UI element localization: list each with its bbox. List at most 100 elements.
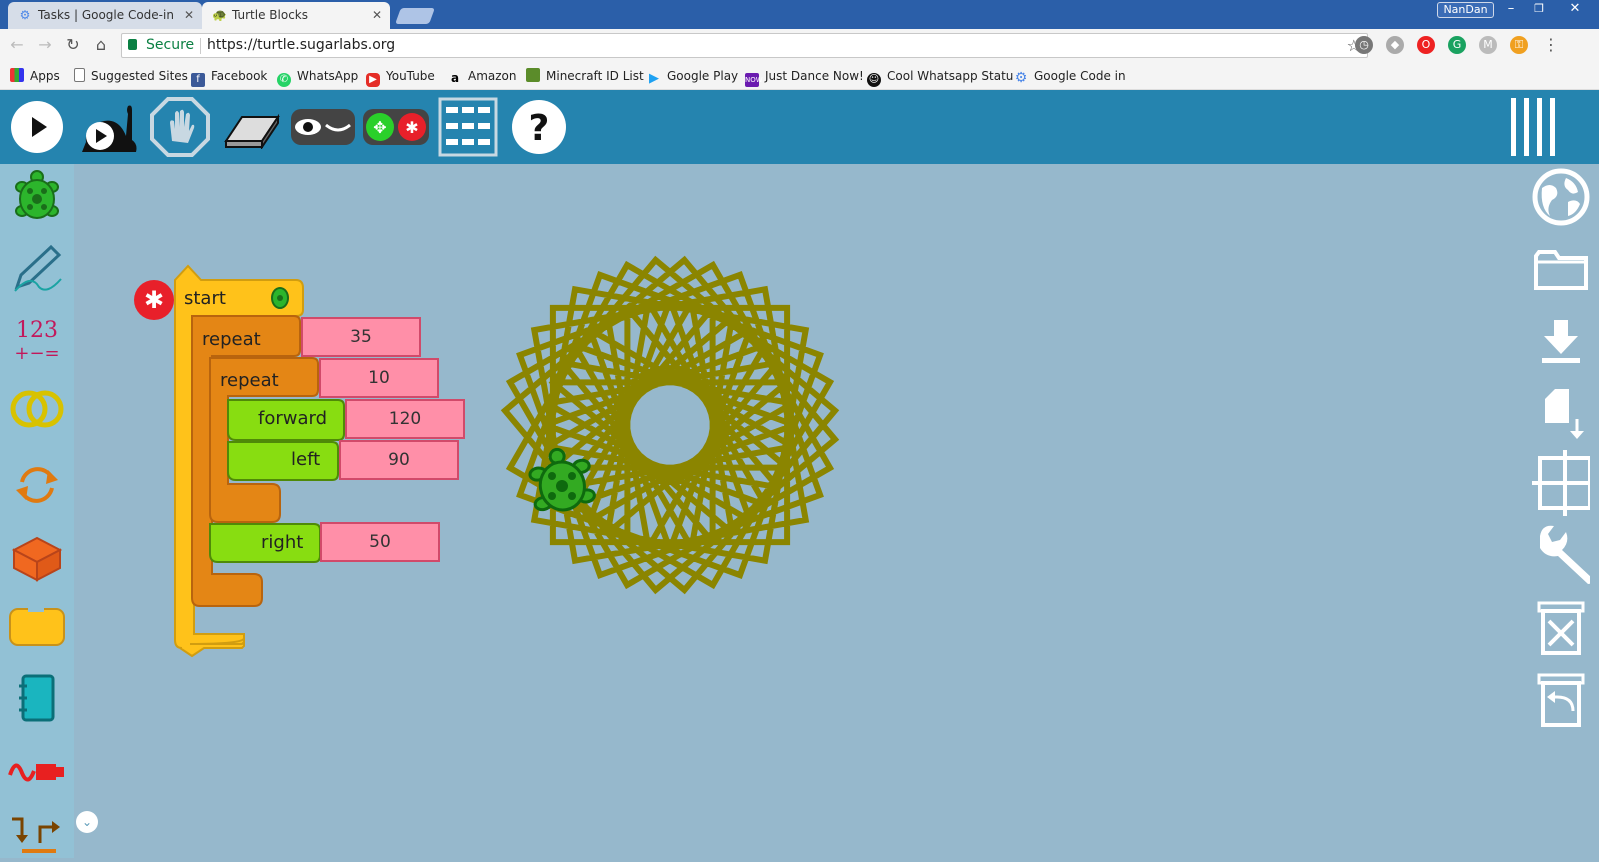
help-button[interactable]: ?: [510, 96, 568, 158]
repeat-count-input[interactable]: 35: [301, 317, 421, 357]
left-angle-input[interactable]: 90: [339, 440, 459, 480]
tab-title: Tasks | Google Code-in: [38, 8, 174, 22]
lock-icon: [128, 39, 137, 50]
svg-text:✱: ✱: [144, 286, 164, 314]
save-as-button[interactable]: [1532, 384, 1590, 442]
url-text[interactable]: https://turtle.sugarlabs.org: [207, 34, 395, 57]
plug-icon: [8, 763, 64, 782]
close-window-button[interactable]: ✕: [1553, 0, 1597, 20]
turtle-sprite[interactable]: [526, 448, 598, 520]
open-file-button[interactable]: [1532, 240, 1590, 298]
left-block-label[interactable]: left: [291, 449, 320, 470]
bookmark-just-dance[interactable]: NOW Just Dance Now!: [745, 68, 864, 87]
help-icon: ?: [512, 100, 566, 154]
menu-dots-icon[interactable]: ⋮: [1542, 36, 1560, 54]
main-menu-button[interactable]: [1504, 96, 1562, 158]
bookmark-whatsapp[interactable]: ✆ WhatsApp: [277, 68, 358, 87]
gear-icon: ⚙: [1014, 70, 1028, 86]
bookmark-google-play[interactable]: ▶ Google Play: [647, 68, 738, 86]
restore-button[interactable]: ❐: [1525, 0, 1553, 20]
palette-boolean[interactable]: [8, 380, 66, 438]
turtle-icon: [15, 170, 59, 219]
svg-text:?: ?: [529, 108, 550, 149]
svg-text:123: 123: [16, 318, 58, 343]
extension-m-icon[interactable]: M: [1479, 36, 1497, 54]
stop-button[interactable]: [150, 96, 210, 158]
apps-grid-icon: [10, 68, 24, 82]
language-button[interactable]: [1532, 168, 1590, 226]
key-icon[interactable]: ⚿: [1510, 36, 1528, 54]
bookmark-minecraft[interactable]: Minecraft ID List: [526, 68, 644, 84]
bookmark-whatsapp-status[interactable]: ☺ Cool Whatsapp Statu: [867, 68, 1013, 87]
repeat-count-input[interactable]: 10: [319, 358, 439, 398]
palette-box[interactable]: [8, 598, 66, 656]
restore-trash-button[interactable]: [1532, 670, 1590, 728]
home-button[interactable]: ⌂: [90, 35, 112, 55]
forward-distance-input[interactable]: 120: [345, 399, 465, 439]
youtube-icon: ▶: [366, 73, 380, 87]
palette-scroll-down-button[interactable]: ⌄: [76, 811, 98, 833]
grid-toggle-button[interactable]: [1532, 450, 1590, 516]
clear-button[interactable]: [222, 96, 282, 158]
repeat-block-label[interactable]: repeat: [220, 370, 279, 391]
divider: [200, 38, 201, 54]
turtle-toolbar: ✥ ✱ ?: [0, 90, 1599, 164]
bookmark-amazon[interactable]: a Amazon: [448, 68, 517, 85]
palette-pen[interactable]: [8, 240, 66, 298]
forward-block-label[interactable]: forward: [258, 408, 327, 429]
save-as-icon: [1545, 389, 1584, 439]
run-fast-button[interactable]: [8, 96, 66, 158]
minimize-button[interactable]: –: [1497, 0, 1525, 20]
close-tab-icon[interactable]: ✕: [372, 2, 382, 29]
stop-hand-icon: [150, 97, 210, 157]
palette-media[interactable]: [8, 670, 66, 728]
bookmark-suggested-sites[interactable]: Suggested Sites: [74, 68, 188, 84]
address-bar-row: ← → ↻ ⌂ Secure https://turtle.sugarlabs.…: [0, 29, 1599, 62]
start-block-label[interactable]: start: [184, 288, 226, 309]
close-tab-icon[interactable]: ✕: [184, 2, 194, 29]
crosshair-grid-icon: [1532, 450, 1590, 516]
box-icon: [11, 536, 63, 582]
palette-extras[interactable]: [8, 804, 66, 862]
palette-number[interactable]: 123 +−=: [8, 310, 66, 368]
trash-icon: [1537, 601, 1585, 655]
palette-sensors[interactable]: [8, 742, 66, 800]
bookmark-youtube[interactable]: ▶ YouTube: [366, 68, 435, 87]
expand-collapse-icon: ✥ ✱: [363, 109, 429, 145]
extras-arrows-icon: [12, 817, 60, 853]
boolean-icon: [10, 390, 64, 428]
collapse-blocks-button[interactable]: ✥ ✱: [362, 96, 430, 158]
omnibox[interactable]: Secure https://turtle.sugarlabs.org ☆: [121, 33, 1368, 58]
delete-all-button[interactable]: [1532, 598, 1590, 656]
wrench-icon: [1540, 525, 1590, 584]
save-button[interactable]: [1532, 312, 1590, 370]
tab-tasks[interactable]: ⚙ Tasks | Google Code-in ✕: [8, 2, 202, 29]
block-palette: 123 +−=: [0, 164, 74, 858]
palette-turtle[interactable]: [8, 168, 66, 226]
extension-icon[interactable]: ◆: [1386, 36, 1404, 54]
palette-flow[interactable]: [8, 456, 66, 514]
bookmark-google-code-in[interactable]: ⚙ Google Code in: [1014, 68, 1126, 86]
right-block-label[interactable]: right: [261, 532, 303, 553]
repeat-block-label[interactable]: repeat: [202, 329, 261, 350]
page-icon: [74, 68, 85, 82]
palette-action[interactable]: [8, 528, 66, 586]
opera-icon[interactable]: O: [1417, 36, 1435, 54]
history-icon[interactable]: ◷: [1355, 36, 1373, 54]
run-slow-button[interactable]: [78, 96, 140, 158]
forward-button[interactable]: →: [34, 35, 56, 55]
tab-turtle-blocks[interactable]: 🐢 Turtle Blocks ✕: [202, 2, 390, 29]
hide-blocks-button[interactable]: [290, 96, 356, 158]
bookmark-facebook[interactable]: f Facebook: [191, 68, 267, 87]
reload-button[interactable]: ↻: [62, 35, 84, 55]
grammarly-icon[interactable]: G: [1448, 36, 1466, 54]
settings-button[interactable]: [1532, 525, 1590, 584]
profile-button[interactable]: NanDan: [1437, 2, 1494, 18]
block-grid-button[interactable]: [438, 96, 498, 158]
tab-title: Turtle Blocks: [232, 8, 308, 22]
back-button[interactable]: ←: [6, 35, 28, 55]
right-angle-input[interactable]: 50: [320, 522, 440, 562]
smiley-icon: ☺: [867, 73, 881, 87]
new-tab-button[interactable]: [395, 8, 435, 24]
bookmark-apps[interactable]: Apps: [10, 68, 60, 84]
